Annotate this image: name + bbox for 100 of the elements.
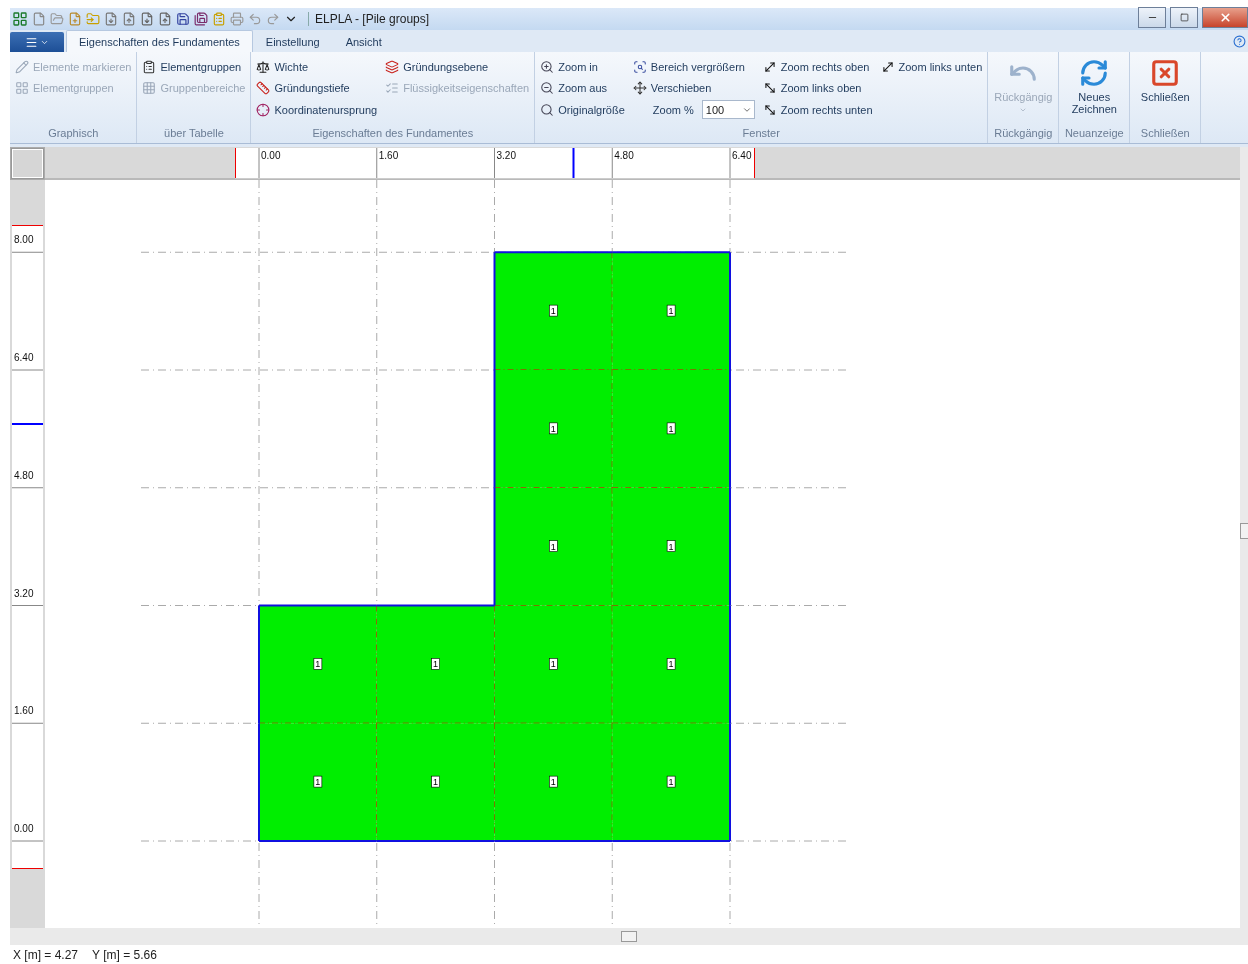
ribbon-button[interactable]: Bereich vergrößern — [632, 56, 755, 78]
vertical-scrollbar[interactable] — [1240, 147, 1248, 928]
element-number-label: 1 — [666, 540, 676, 552]
list-icon — [385, 81, 400, 96]
horizontal-scrollbar[interactable] — [10, 928, 1248, 945]
folder-icon[interactable] — [50, 12, 64, 26]
ruler-label: 0.00 — [14, 823, 34, 834]
caret-icon — [1019, 106, 1028, 114]
element-number-label: 1 — [549, 658, 558, 670]
maximize-button[interactable] — [1170, 7, 1198, 28]
group-title: Rückgängig — [993, 127, 1054, 141]
grid-icon — [142, 81, 157, 96]
ruler-label: 0.00 — [261, 150, 281, 161]
crosshair-icon — [256, 102, 271, 117]
element-number-label: 1 — [549, 422, 558, 435]
ruler-label: 4.80 — [14, 469, 34, 481]
layers-icon — [385, 59, 400, 74]
element-number-label: 1 — [666, 422, 676, 435]
application-menu-button[interactable] — [10, 32, 64, 52]
ribbon-button[interactable]: Zoom in — [540, 56, 625, 78]
element-number-label: 1 — [666, 658, 676, 670]
folder-icon[interactable] — [86, 12, 100, 26]
close-button[interactable] — [1202, 7, 1248, 28]
element-number-label: 1 — [549, 540, 558, 552]
save-icon[interactable] — [176, 12, 190, 26]
ribbon-button[interactable]: Gründungsebene — [385, 56, 530, 78]
refresh-icon — [1079, 58, 1110, 88]
ruler-label: 6.40 — [732, 150, 752, 161]
ribbon-button[interactable]: Zoom aus — [540, 77, 625, 99]
zoom-out-icon — [540, 81, 555, 96]
ribbon-button[interactable]: Zoom links unten — [880, 56, 983, 78]
ribbon-tab[interactable]: Ansicht — [332, 30, 395, 52]
element-number-label: 1 — [666, 775, 676, 788]
help-icon[interactable] — [1233, 34, 1246, 48]
ribbon-button[interactable]: Gründungstiefe — [256, 77, 378, 99]
ruler-label: 3.20 — [14, 587, 34, 599]
group-title: Fenster — [741, 127, 781, 141]
diagonal-arrow-icon — [762, 81, 777, 96]
ruler-label: 1.60 — [378, 150, 399, 161]
ruler-corner — [12, 149, 43, 178]
ribbon-button[interactable]: Verschieben — [632, 77, 755, 99]
window-title: ELPLA - [Pile groups] — [308, 12, 430, 26]
zoom-label: Zoom % — [652, 103, 694, 116]
status-text: X [m] = 4.27 — [13, 947, 79, 962]
ribbon-button[interactable]: Zoom rechts oben — [762, 56, 873, 78]
ribbon-button[interactable]: Wichte — [256, 56, 378, 78]
diagonal-arrow-icon — [762, 102, 777, 117]
undo-icon[interactable] — [248, 12, 262, 26]
diagonal-arrow-icon — [880, 59, 895, 74]
move-icon — [632, 81, 647, 96]
ribbon-button[interactable]: Zoom rechts unten — [762, 99, 873, 121]
table-icon — [142, 59, 157, 74]
group-title: Eigenschaften des Fundamentes — [311, 127, 475, 141]
ribbon-button[interactable]: Originalgröße — [540, 99, 625, 121]
close-icon — [1218, 11, 1232, 24]
element-number-label: 1 — [431, 658, 440, 670]
element-number-label: 1 — [549, 304, 558, 317]
zoom-area-icon — [632, 59, 647, 74]
printer-icon[interactable] — [230, 12, 244, 26]
export-icon[interactable] — [122, 12, 136, 26]
element-number-label: 1 — [666, 304, 676, 317]
group-title: Graphisch — [47, 127, 100, 141]
ruler-label: 8.00 — [14, 234, 34, 246]
ribbon-button[interactable]: Neues Zeichnen — [1064, 56, 1125, 115]
zoom-select[interactable]: 100 — [701, 100, 755, 120]
minimize-button[interactable] — [1138, 7, 1166, 28]
group-title: Neuanzeige — [1064, 127, 1125, 141]
search-icon — [540, 102, 555, 117]
menu-icon — [25, 35, 38, 49]
file-icon[interactable] — [32, 12, 46, 26]
restore-icon — [1179, 13, 1189, 22]
ruler-label: 6.40 — [14, 352, 34, 363]
weight-icon — [256, 59, 271, 74]
import-icon[interactable] — [104, 12, 118, 26]
pencil-icon — [15, 59, 29, 74]
element-number-label: 1 — [431, 775, 440, 788]
diagonal-arrow-icon — [762, 59, 777, 74]
clipboard-icon[interactable] — [212, 12, 226, 26]
element-number-label: 1 — [313, 658, 323, 670]
app-icon — [12, 11, 28, 27]
ribbon-button[interactable]: Zoom links oben — [762, 77, 873, 99]
element-number-label: 1 — [549, 775, 558, 788]
ribbon-button[interactable]: Elementgruppen — [142, 56, 246, 78]
drawing-canvas[interactable]: 1 1 1 1 1 1 1 1 1 1 1 1 1 1 — [45, 180, 1240, 928]
ruler-icon — [256, 81, 271, 96]
ruler-label: 3.20 — [496, 150, 516, 161]
zoom-in-icon — [540, 59, 555, 74]
group-title: über Tabelle — [163, 127, 225, 141]
close-window-icon — [1150, 58, 1181, 88]
save-icon[interactable] — [194, 12, 208, 26]
ruler-label: 4.80 — [614, 150, 634, 161]
file-icon[interactable] — [140, 12, 154, 26]
ribbon-button[interactable]: Koordinatenursprung — [256, 99, 378, 121]
ruler-label: 1.60 — [14, 705, 34, 717]
file-icon[interactable] — [158, 12, 172, 26]
ribbon-tab[interactable]: Eigenschaften des Fundamentes — [66, 30, 253, 52]
grid-icon — [15, 81, 29, 96]
ribbon-tab[interactable]: Einstellung — [252, 30, 333, 52]
ribbon-button[interactable]: Schließen — [1135, 56, 1196, 103]
new-file-icon[interactable] — [68, 12, 82, 26]
